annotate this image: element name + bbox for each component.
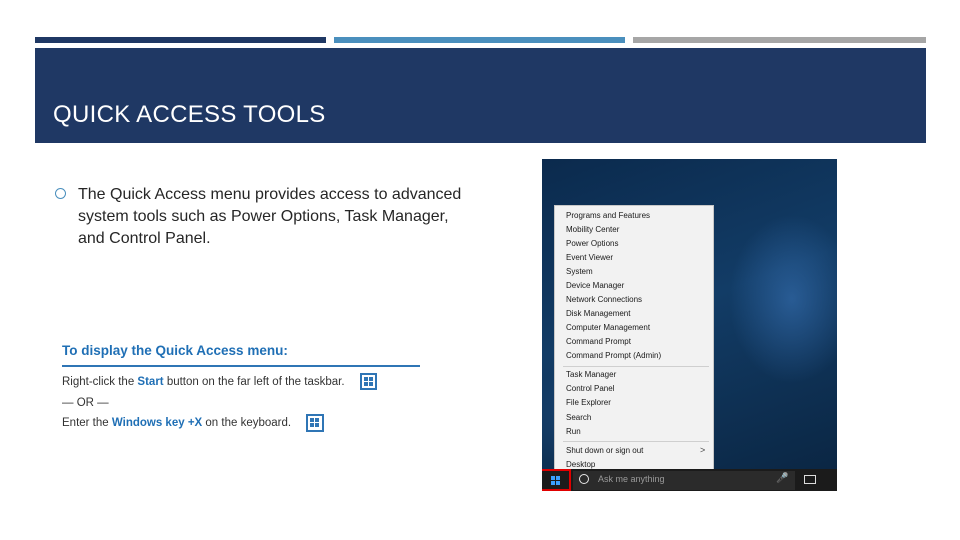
howto-or: — OR — <box>62 397 109 409</box>
windows-logo-icon <box>551 476 561 486</box>
accent-bar-blue <box>334 37 625 43</box>
howto-line2-post: on the keyboard. <box>202 417 292 429</box>
menu-item-run[interactable]: Run <box>566 427 581 436</box>
task-view-icon[interactable] <box>804 475 816 484</box>
howto-line2-pre: Enter the <box>62 417 112 429</box>
menu-item-network-connections[interactable]: Network Connections <box>566 295 642 304</box>
slide-title: QUICK ACCESS TOOLS <box>53 101 326 128</box>
menu-item-search[interactable]: Search <box>566 413 591 422</box>
menu-item-shut-down[interactable]: Shut down or sign out <box>566 446 643 455</box>
accent-bar-navy <box>35 37 326 43</box>
menu-item-file-explorer[interactable]: File Explorer <box>566 398 611 407</box>
microphone-icon[interactable]: 🎤 <box>776 473 788 484</box>
menu-separator <box>563 366 709 367</box>
bullet-circle-icon <box>55 188 66 199</box>
howto-line-start: Right-click the Start button on the far … <box>62 376 345 388</box>
menu-item-command-prompt[interactable]: Command Prompt <box>566 337 631 346</box>
menu-item-event-viewer[interactable]: Event Viewer <box>566 253 613 262</box>
menu-separator <box>563 441 709 442</box>
windows-logo-icon <box>364 377 373 386</box>
accent-bar-gray <box>633 37 926 43</box>
menu-item-control-panel[interactable]: Control Panel <box>566 384 614 393</box>
menu-item-system[interactable]: System <box>566 267 593 276</box>
start-button-icon <box>360 373 377 390</box>
menu-item-power-options[interactable]: Power Options <box>566 239 618 248</box>
menu-item-programs-features[interactable]: Programs and Features <box>566 211 650 220</box>
howto-line1-post: button on the far left of the taskbar. <box>163 376 345 388</box>
menu-item-device-manager[interactable]: Device Manager <box>566 281 624 290</box>
howto-line-winx: Enter the Windows key +X on the keyboard… <box>62 417 291 429</box>
howto-box: To display the Quick Access menu: Right-… <box>62 342 422 432</box>
windows-logo-icon <box>310 418 319 427</box>
howto-heading: To display the Quick Access menu: <box>62 342 420 367</box>
menu-item-mobility-center[interactable]: Mobility Center <box>566 225 619 234</box>
start-button[interactable] <box>542 469 571 491</box>
windows-key-icon <box>306 414 324 432</box>
menu-item-computer-management[interactable]: Computer Management <box>566 323 650 332</box>
howto-line1-pre: Right-click the <box>62 376 138 388</box>
cortana-icon[interactable] <box>579 474 589 484</box>
quick-access-menu: Programs and Features Mobility Center Po… <box>554 205 714 480</box>
chevron-right-icon: > <box>700 445 706 455</box>
menu-item-task-manager[interactable]: Task Manager <box>566 370 616 379</box>
menu-item-disk-management[interactable]: Disk Management <box>566 309 630 318</box>
howto-line1-bold: Start <box>137 376 164 388</box>
howto-line2-bold: Windows key +X <box>111 417 203 429</box>
bullet-text: The Quick Access menu provides access to… <box>78 186 462 247</box>
quick-access-screenshot: Programs and Features Mobility Center Po… <box>542 159 837 491</box>
menu-item-desktop[interactable]: Desktop <box>566 460 595 469</box>
menu-item-command-prompt-admin[interactable]: Command Prompt (Admin) <box>566 351 661 360</box>
search-placeholder: Ask me anything <box>598 474 665 484</box>
